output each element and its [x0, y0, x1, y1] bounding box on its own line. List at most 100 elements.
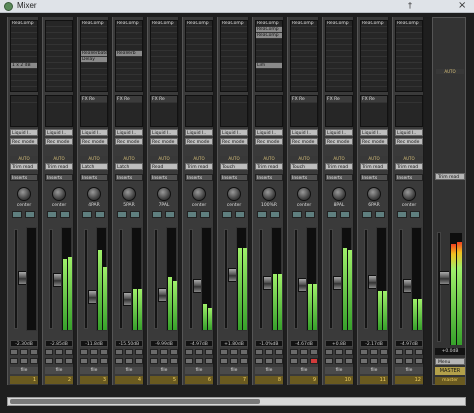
record-arm-button[interactable]	[415, 358, 423, 364]
record-arm-button[interactable]	[205, 358, 213, 364]
fx-icon[interactable]	[265, 349, 273, 355]
solo-button[interactable]	[200, 211, 210, 218]
route-icon[interactable]	[325, 349, 333, 355]
inserts-button[interactable]: Inserts	[80, 174, 108, 181]
fx-list[interactable]: ReaComp	[185, 20, 213, 92]
track-name[interactable]: file	[325, 367, 353, 374]
record-arm-button[interactable]	[100, 358, 108, 364]
route-icon[interactable]	[10, 349, 18, 355]
record-arm-button[interactable]	[65, 358, 73, 364]
master-menu-button[interactable]: Menu	[435, 358, 465, 365]
horizontal-scrollbar[interactable]	[7, 397, 466, 406]
fader-track[interactable]	[259, 229, 275, 329]
env-icon[interactable]	[240, 349, 248, 355]
pan-knob[interactable]	[122, 187, 136, 201]
send-list[interactable]	[185, 95, 213, 127]
phase-icon[interactable]	[10, 358, 18, 364]
solo-button[interactable]	[95, 211, 105, 218]
fx-slot[interactable]	[256, 81, 282, 87]
fx-slot[interactable]	[361, 81, 387, 87]
monitor-icon[interactable]	[160, 358, 168, 364]
monitor-icon[interactable]	[335, 358, 343, 364]
env-icon[interactable]	[380, 349, 388, 355]
fx-list[interactable]: ReaComp	[220, 20, 248, 92]
inserts-button[interactable]: Inserts	[185, 174, 213, 181]
input-select[interactable]: Liquid I..	[45, 129, 73, 136]
mute-button[interactable]	[327, 211, 337, 218]
input-select[interactable]: Liquid I..	[395, 129, 423, 136]
rec-mode-select[interactable]: Rec mode	[360, 138, 388, 145]
track-name[interactable]: file	[220, 367, 248, 374]
pan-knob[interactable]	[192, 187, 206, 201]
phase-icon[interactable]	[45, 358, 53, 364]
pan-knob[interactable]	[87, 187, 101, 201]
fx-list[interactable]: ReaComp	[150, 20, 178, 92]
solo-button[interactable]	[375, 211, 385, 218]
automation-mode-select[interactable]: Trim read	[360, 163, 388, 170]
env-icon[interactable]	[275, 349, 283, 355]
monitor-icon[interactable]	[55, 358, 63, 364]
input-select[interactable]: Liquid I..	[290, 129, 318, 136]
route-icon[interactable]	[185, 349, 193, 355]
monitor-icon[interactable]	[230, 358, 238, 364]
automation-mode-select[interactable]: Trim read	[45, 163, 73, 170]
fx-icon[interactable]	[55, 349, 63, 355]
automation-mode-select[interactable]: Trim read	[185, 163, 213, 170]
input-select[interactable]: Liquid I..	[185, 129, 213, 136]
send-list[interactable]: FX Re	[325, 95, 353, 127]
env-icon[interactable]	[100, 349, 108, 355]
fx-list[interactable]: ReaComp	[360, 20, 388, 92]
inserts-button[interactable]: Inserts	[360, 174, 388, 181]
send-slot[interactable]	[46, 96, 72, 103]
fx-icon[interactable]	[370, 349, 378, 355]
input-select[interactable]: Liquid I..	[80, 129, 108, 136]
env-icon[interactable]	[170, 349, 178, 355]
mute-button[interactable]	[257, 211, 267, 218]
fx-icon[interactable]	[90, 349, 98, 355]
env-icon[interactable]	[345, 349, 353, 355]
monitor-icon[interactable]	[370, 358, 378, 364]
env-icon[interactable]	[65, 349, 73, 355]
monitor-icon[interactable]	[195, 358, 203, 364]
send-slot[interactable]: FX Re	[361, 96, 387, 103]
mute-button[interactable]	[82, 211, 92, 218]
track-name[interactable]: file	[10, 367, 38, 374]
fader-track[interactable]	[364, 229, 380, 329]
automation-mode-select[interactable]: Read	[150, 163, 178, 170]
fader-track[interactable]	[189, 229, 205, 329]
pan-knob[interactable]	[52, 187, 66, 201]
fader-track[interactable]	[224, 229, 240, 329]
send-slot[interactable]	[186, 96, 212, 103]
send-slot[interactable]	[11, 96, 37, 103]
rec-mode-select[interactable]: Rec mode	[150, 138, 178, 145]
fx-slot[interactable]	[151, 81, 177, 87]
route-icon[interactable]	[255, 349, 263, 355]
fx-slot[interactable]	[326, 81, 352, 87]
fx-icon[interactable]	[405, 349, 413, 355]
master-automode[interactable]: Trim read	[435, 173, 465, 180]
phase-icon[interactable]	[185, 358, 193, 364]
automation-mode-select[interactable]: Trim read	[255, 163, 283, 170]
fader-track[interactable]	[154, 229, 170, 329]
fx-icon[interactable]	[195, 349, 203, 355]
monitor-icon[interactable]	[265, 358, 273, 364]
input-select[interactable]: Liquid I..	[220, 129, 248, 136]
monitor-icon[interactable]	[20, 358, 28, 364]
mute-button[interactable]	[292, 211, 302, 218]
mute-button[interactable]	[397, 211, 407, 218]
phase-icon[interactable]	[115, 358, 123, 364]
pan-knob[interactable]	[157, 187, 171, 201]
send-list[interactable]	[220, 95, 248, 127]
send-list[interactable]	[45, 95, 73, 127]
fader-track[interactable]	[119, 229, 135, 329]
rec-mode-select[interactable]: Rec mode	[290, 138, 318, 145]
phase-icon[interactable]	[255, 358, 263, 364]
route-icon[interactable]	[80, 349, 88, 355]
solo-button[interactable]	[410, 211, 420, 218]
send-list[interactable]	[395, 95, 423, 127]
pin-icon[interactable]: †	[408, 1, 412, 10]
phase-icon[interactable]	[290, 358, 298, 364]
fx-icon[interactable]	[125, 349, 133, 355]
send-list[interactable]: FX Re	[150, 95, 178, 127]
fx-list[interactable]: ReaComp	[325, 20, 353, 92]
